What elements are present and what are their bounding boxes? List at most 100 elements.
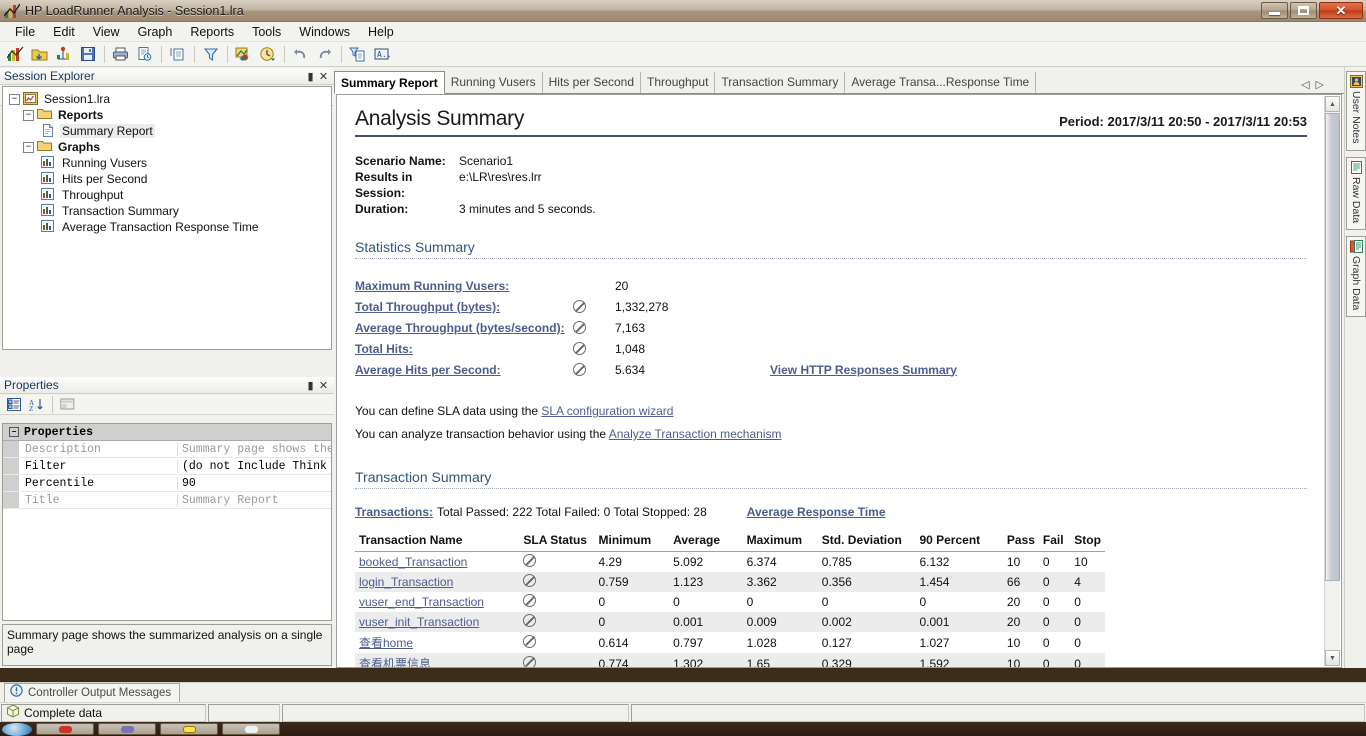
pin-icon[interactable]: ▮ bbox=[304, 70, 317, 83]
link-average-response-time[interactable]: Average Response Time bbox=[747, 505, 886, 519]
link-sla-configuration-wizard[interactable]: SLA configuration wizard bbox=[541, 404, 673, 418]
menu-file[interactable]: File bbox=[6, 23, 44, 41]
tab-average-transaction-response-time[interactable]: Average Transa...Response Time bbox=[845, 72, 1037, 93]
tree-node-reports[interactable]: − Reports bbox=[9, 107, 331, 123]
cell-transaction-name[interactable]: vuser_end_Transaction bbox=[355, 592, 519, 612]
property-row-description[interactable]: Description Summary page shows the summa bbox=[3, 441, 331, 458]
restore-button[interactable] bbox=[1290, 2, 1317, 19]
collapse-toggle-root[interactable]: − bbox=[9, 93, 20, 105]
collapse-toggle-graphs[interactable]: − bbox=[23, 141, 34, 153]
link-transaction[interactable]: 查看机票信息 bbox=[359, 657, 431, 667]
tab-transaction-summary[interactable]: Transaction Summary bbox=[715, 72, 846, 93]
start-button[interactable] bbox=[2, 722, 32, 736]
close-icon[interactable]: ✕ bbox=[317, 70, 330, 83]
scroll-down-icon[interactable]: ▼ bbox=[1325, 650, 1340, 666]
tree-node-running-vusers[interactable]: Running Vusers bbox=[9, 155, 331, 171]
cell-transaction-name[interactable]: 查看机票信息 bbox=[355, 653, 520, 667]
vertical-tab-user-notes[interactable]: User Notes bbox=[1346, 71, 1366, 151]
tree-node-root[interactable]: − Session1.lra bbox=[9, 91, 331, 107]
undo-icon[interactable] bbox=[289, 44, 312, 65]
tree-node-throughput[interactable]: Throughput bbox=[9, 187, 331, 203]
properties-collapse-toggle[interactable]: − bbox=[9, 427, 19, 437]
print-icon[interactable] bbox=[109, 44, 132, 65]
menu-view[interactable]: View bbox=[84, 23, 129, 41]
cell-transaction-name[interactable]: login_Transaction bbox=[355, 572, 520, 592]
tab-throughput[interactable]: Throughput bbox=[641, 72, 716, 93]
property-value-filter[interactable]: (do not Include Think Time) bbox=[177, 459, 331, 473]
categorized-view-icon[interactable] bbox=[4, 396, 24, 414]
new-graph-icon[interactable] bbox=[52, 44, 75, 65]
annotation-icon[interactable]: A.. bbox=[370, 44, 393, 65]
apply-filter-icon[interactable] bbox=[346, 44, 369, 65]
taskbar-item[interactable] bbox=[160, 723, 218, 735]
alphabetical-sort-icon[interactable]: AZ bbox=[26, 396, 46, 414]
cell-stop: 0 bbox=[1074, 635, 1081, 650]
tree-node-hits-per-second[interactable]: Hits per Second bbox=[9, 171, 331, 187]
properties-group-header[interactable]: − Properties bbox=[3, 424, 331, 441]
properties-grid[interactable]: − Properties Description Summary page sh… bbox=[2, 423, 332, 621]
cell-transaction-name[interactable]: booked_Transaction bbox=[355, 552, 519, 573]
menu-graph[interactable]: Graph bbox=[129, 23, 182, 41]
close-icon[interactable]: ✕ bbox=[317, 379, 330, 392]
tab-hits-per-second[interactable]: Hits per Second bbox=[543, 72, 642, 93]
vertical-tab-raw-data[interactable]: Raw Data bbox=[1346, 156, 1366, 230]
scroll-up-icon[interactable]: ▲ bbox=[1325, 96, 1340, 112]
property-row-title[interactable]: Title Summary Report bbox=[3, 492, 331, 509]
tab-prev-icon[interactable]: ◁ bbox=[1301, 78, 1309, 91]
menu-windows[interactable]: Windows bbox=[290, 23, 359, 41]
link-transaction[interactable]: booked_Transaction bbox=[359, 555, 467, 569]
stat-label-average-throughput[interactable]: Average Throughput (bytes/second): bbox=[355, 321, 573, 335]
tree-node-avg-transaction-response-time[interactable]: Average Transaction Response Time bbox=[9, 219, 331, 235]
link-transaction[interactable]: vuser_end_Transaction bbox=[359, 595, 484, 609]
auto-correlate-icon[interactable] bbox=[256, 44, 279, 65]
pin-icon[interactable]: ▮ bbox=[304, 379, 317, 392]
copy-to-clipboard-icon[interactable] bbox=[166, 44, 189, 65]
link-view-http-responses-summary[interactable]: View HTTP Responses Summary bbox=[770, 363, 957, 377]
tree-node-graphs[interactable]: − Graphs bbox=[9, 139, 331, 155]
minimize-button[interactable] bbox=[1261, 2, 1288, 19]
filter-icon[interactable] bbox=[199, 44, 222, 65]
link-analyze-transaction-mechanism[interactable]: Analyze Transaction mechanism bbox=[609, 427, 782, 441]
scroll-thumb[interactable] bbox=[1325, 113, 1340, 581]
tree-node-summary-report[interactable]: Summary Report bbox=[9, 123, 331, 139]
taskbar-item[interactable] bbox=[36, 723, 94, 735]
output-tab-controller-messages[interactable]: Controller Output Messages bbox=[4, 683, 181, 702]
close-button[interactable]: ✕ bbox=[1319, 2, 1363, 19]
cell-transaction-name[interactable]: 查看home bbox=[355, 632, 519, 653]
merge-graphs-icon[interactable] bbox=[232, 44, 255, 65]
cell-transaction-name[interactable]: vuser_init_Transaction bbox=[355, 612, 520, 632]
vertical-tab-graph-data[interactable]: Graph Data bbox=[1346, 235, 1366, 317]
taskbar-item[interactable] bbox=[98, 723, 156, 735]
property-pages-icon[interactable] bbox=[57, 396, 77, 414]
link-transaction[interactable]: login_Transaction bbox=[359, 575, 453, 589]
collapse-toggle-reports[interactable]: − bbox=[23, 109, 34, 121]
tab-running-vusers[interactable]: Running Vusers bbox=[445, 72, 543, 93]
tab-summary-report[interactable]: Summary Report bbox=[334, 71, 445, 94]
stat-label-total-hits[interactable]: Total Hits: bbox=[355, 342, 573, 356]
save-icon[interactable] bbox=[76, 44, 99, 65]
tab-next-icon[interactable]: ▷ bbox=[1316, 78, 1324, 91]
open-session-icon[interactable] bbox=[28, 44, 51, 65]
link-transaction[interactable]: 查看home bbox=[359, 636, 413, 650]
taskbar-item[interactable] bbox=[222, 723, 280, 735]
redo-icon[interactable] bbox=[313, 44, 336, 65]
output-tab-label: Controller Output Messages bbox=[28, 687, 172, 699]
session-explorer-tree[interactable]: − Session1.lra − Reports Summary Report bbox=[2, 86, 332, 350]
tree-node-transaction-summary[interactable]: Transaction Summary bbox=[9, 203, 331, 219]
stat-label-total-throughput[interactable]: Total Throughput (bytes): bbox=[355, 300, 573, 314]
menu-tools[interactable]: Tools bbox=[243, 23, 290, 41]
menu-help[interactable]: Help bbox=[359, 23, 403, 41]
scroll-track[interactable] bbox=[1325, 113, 1340, 649]
stat-label-average-hits-per-second[interactable]: Average Hits per Second: bbox=[355, 363, 573, 377]
link-transaction[interactable]: vuser_init_Transaction bbox=[359, 615, 479, 629]
document-vertical-scrollbar[interactable]: ▲ ▼ bbox=[1324, 96, 1340, 666]
stat-label-max-running-vusers[interactable]: Maximum Running Vusers: bbox=[355, 279, 573, 293]
link-transactions[interactable]: Transactions: bbox=[355, 505, 433, 519]
menu-edit[interactable]: Edit bbox=[44, 23, 84, 41]
property-row-percentile[interactable]: Percentile 90 bbox=[3, 475, 331, 492]
property-value-percentile[interactable]: 90 bbox=[177, 476, 331, 490]
new-analysis-icon[interactable] bbox=[4, 44, 27, 65]
menu-reports[interactable]: Reports bbox=[181, 23, 243, 41]
property-row-filter[interactable]: Filter (do not Include Think Time) bbox=[3, 458, 331, 475]
print-preview-icon[interactable] bbox=[133, 44, 156, 65]
